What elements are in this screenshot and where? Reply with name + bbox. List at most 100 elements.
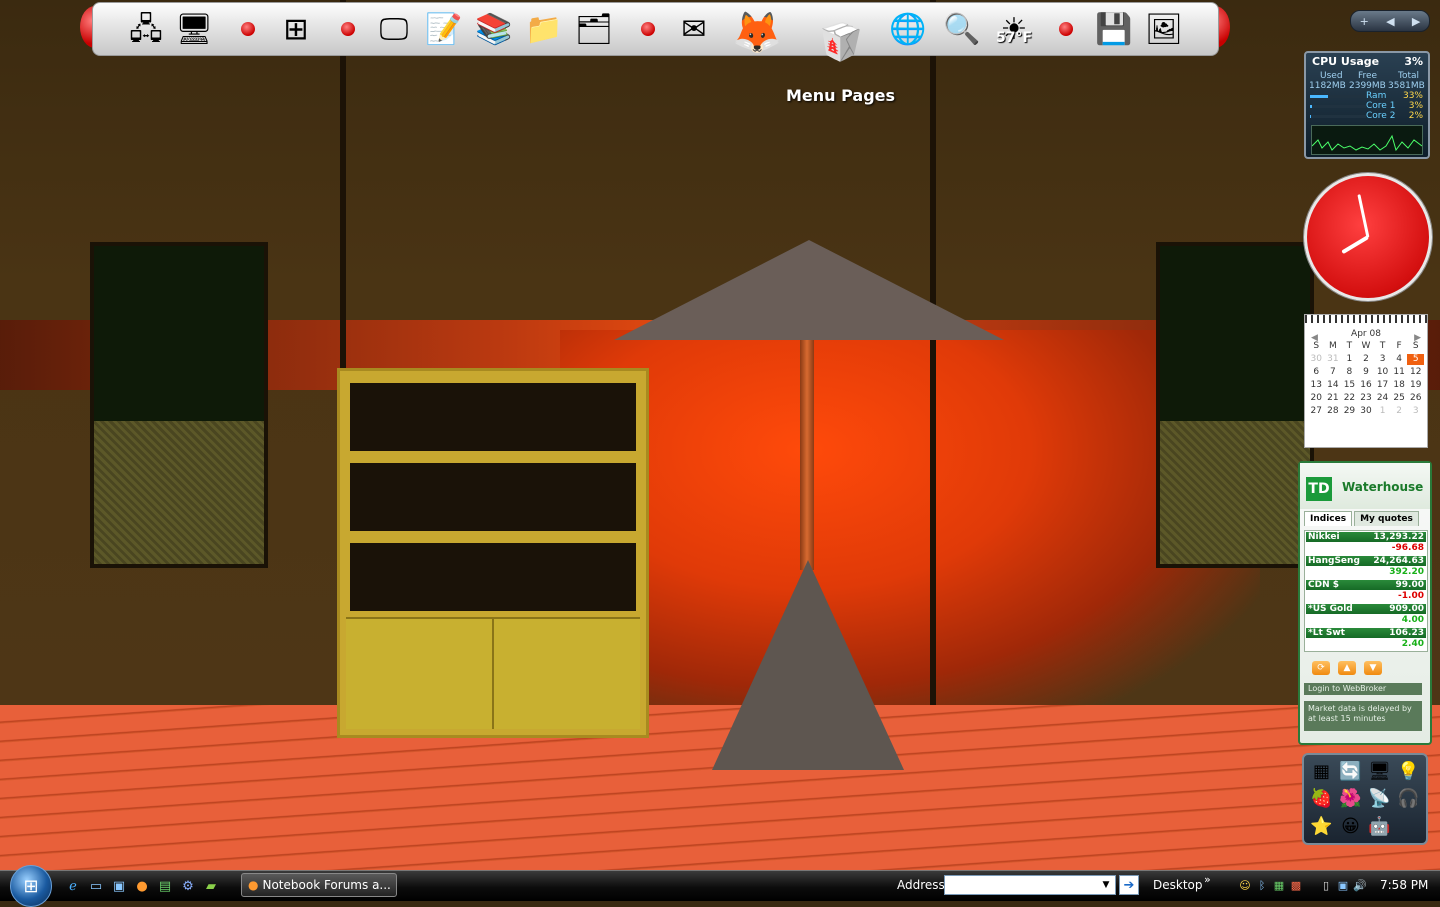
app-icon-audio[interactable]: 🎧 bbox=[1394, 785, 1423, 812]
quote-row[interactable]: HangSeng 24,264.63 392.20 bbox=[1305, 555, 1427, 579]
notepad-icon[interactable]: 📝 bbox=[421, 7, 467, 53]
thunderbird-icon[interactable]: ✉ bbox=[671, 7, 717, 53]
next-page-button[interactable]: ▶ bbox=[1412, 15, 1420, 28]
calendar-day[interactable]: 3 bbox=[1374, 354, 1391, 365]
files-icon[interactable]: 🗂 bbox=[571, 7, 617, 53]
add-gadget-button[interactable]: + bbox=[1360, 15, 1369, 28]
quote-row[interactable]: Nikkei 13,293.22 -96.68 bbox=[1305, 531, 1427, 555]
calendar-prev-button[interactable]: ◀ bbox=[1311, 333, 1318, 343]
calendar-day[interactable]: 1 bbox=[1341, 354, 1358, 365]
taskbar-button-notebook-forums[interactable]: ● Notebook Forums a... bbox=[241, 873, 397, 897]
menu-pages-icon[interactable]: 🥡 bbox=[811, 13, 871, 73]
address-dropdown-icon[interactable]: ▼ bbox=[1098, 876, 1114, 894]
app-icon-smiley[interactable]: 😀 bbox=[1336, 813, 1365, 840]
calendar-day[interactable]: 8 bbox=[1341, 367, 1358, 378]
app-icon-flower[interactable]: 🌺 bbox=[1336, 785, 1365, 812]
calendar-day[interactable]: 1 bbox=[1374, 406, 1391, 417]
quote-row[interactable]: *US Gold 909.00 4.00 bbox=[1305, 603, 1427, 627]
calendar-day[interactable]: 15 bbox=[1341, 380, 1358, 391]
calendar-day[interactable]: 14 bbox=[1325, 380, 1342, 391]
calendar-gadget[interactable]: ◀ Apr 08 ▶ S M T W T F S 30 31 1 2 3 4 5 6 7 8 9 10 11 12 13 1… bbox=[1304, 314, 1428, 448]
network-icon[interactable]: 🖧 bbox=[123, 7, 169, 53]
firefox-quicklaunch-icon[interactable]: ● bbox=[133, 877, 151, 895]
start-button[interactable]: ⊞ bbox=[10, 865, 52, 907]
clock-gadget[interactable] bbox=[1304, 173, 1432, 301]
monitor-icon[interactable]: 🖵 bbox=[371, 7, 417, 53]
td-waterhouse-gadget[interactable]: TD Waterhouse Indices My quotes Nikkei 13… bbox=[1298, 461, 1432, 745]
calendar-day[interactable]: 22 bbox=[1341, 393, 1358, 404]
app-icon-strawberry[interactable]: 🍓 bbox=[1307, 785, 1336, 812]
calendar-day[interactable]: 2 bbox=[1358, 354, 1375, 365]
address-go-button[interactable]: ➔ bbox=[1119, 875, 1139, 895]
calendar-day[interactable]: 27 bbox=[1308, 406, 1325, 417]
calendar-day[interactable]: 23 bbox=[1358, 393, 1375, 404]
tray-monitor-icon[interactable]: ▣ bbox=[1335, 877, 1351, 893]
scroll-up-icon[interactable]: ▲ bbox=[1338, 661, 1356, 675]
computer-icon[interactable]: 🖥 bbox=[171, 7, 217, 53]
calendar-day[interactable]: 17 bbox=[1374, 380, 1391, 391]
toolbar-chevron[interactable]: » bbox=[1204, 873, 1211, 886]
tray-bluetooth-icon[interactable]: ᛒ bbox=[1254, 877, 1270, 893]
switch-windows-icon[interactable]: ▣ bbox=[110, 877, 128, 895]
desktop[interactable] bbox=[0, 0, 1440, 870]
calendar-next-button[interactable]: ▶ bbox=[1414, 333, 1421, 343]
tray-network-icon[interactable]: ▦ bbox=[1271, 877, 1287, 893]
wikipedia-icon[interactable]: 🌐 bbox=[885, 7, 931, 53]
app-icon-lightbulb[interactable]: 💡 bbox=[1394, 758, 1423, 785]
calendar-day[interactable]: 10 bbox=[1374, 367, 1391, 378]
calendar-day[interactable]: 21 bbox=[1325, 393, 1342, 404]
tray-volume-icon[interactable]: 🔊 bbox=[1352, 877, 1368, 893]
calendar-day[interactable]: 31 bbox=[1325, 354, 1342, 365]
calendar-day[interactable]: 26 bbox=[1407, 393, 1424, 404]
tools-quicklaunch-icon[interactable]: ▰ bbox=[202, 877, 220, 895]
calendar-day[interactable]: 30 bbox=[1358, 406, 1375, 417]
internet-explorer-icon[interactable]: ℯ bbox=[64, 877, 82, 895]
firefox-icon[interactable]: 🦊 bbox=[727, 3, 787, 63]
desktop-toolbar-label[interactable]: Desktop bbox=[1153, 878, 1203, 892]
show-desktop-icon[interactable]: ▭ bbox=[87, 877, 105, 895]
quote-row[interactable]: *Lt Swt 106.23 2.40 bbox=[1305, 627, 1427, 651]
calendar-day[interactable]: 30 bbox=[1308, 354, 1325, 365]
calendar-day[interactable]: 25 bbox=[1391, 393, 1408, 404]
calendar-day[interactable]: 28 bbox=[1325, 406, 1342, 417]
calendar-day[interactable]: 9 bbox=[1358, 367, 1375, 378]
tab-my-quotes[interactable]: My quotes bbox=[1354, 511, 1419, 526]
app-icon-monitor[interactable]: 🖥 bbox=[1365, 758, 1394, 785]
tray-security-icon[interactable]: ▩ bbox=[1288, 877, 1304, 893]
app-icon-antenna[interactable]: 📡 bbox=[1365, 785, 1394, 812]
tray-battery-icon[interactable]: ▯ bbox=[1318, 877, 1334, 893]
calendar-day[interactable]: 18 bbox=[1391, 380, 1408, 391]
app-icon-colors[interactable]: ▦ bbox=[1307, 758, 1336, 785]
calendar-day[interactable]: 7 bbox=[1325, 367, 1342, 378]
search-icon[interactable]: 🔍 bbox=[939, 7, 985, 53]
prev-page-button[interactable]: ◀ bbox=[1386, 15, 1394, 28]
tab-indices[interactable]: Indices bbox=[1304, 511, 1353, 526]
calendar-day[interactable]: 2 bbox=[1391, 406, 1408, 417]
cpu-usage-gadget[interactable]: CPU Usage 3% Used Free Total 1182MB 2399… bbox=[1304, 51, 1430, 159]
drive-icon[interactable]: 💾 bbox=[1091, 7, 1137, 53]
refresh-icon[interactable]: ⟳ bbox=[1312, 661, 1330, 675]
app-icon-robot[interactable]: 🤖 bbox=[1365, 813, 1394, 840]
calendar-day[interactable]: 16 bbox=[1358, 380, 1375, 391]
windows-icon[interactable]: ⊞ bbox=[273, 7, 319, 53]
calendar-day[interactable]: 11 bbox=[1391, 367, 1408, 378]
scroll-down-icon[interactable]: ▼ bbox=[1364, 661, 1382, 675]
calendar-day[interactable]: 24 bbox=[1374, 393, 1391, 404]
calendar-day[interactable]: 4 bbox=[1391, 354, 1408, 365]
taskbar-clock[interactable]: 7:58 PM bbox=[1380, 878, 1428, 892]
explorer-quicklaunch-icon[interactable]: ▤ bbox=[156, 877, 174, 895]
address-input[interactable] bbox=[944, 875, 1116, 895]
tray-smiley-icon[interactable]: ☺ bbox=[1237, 877, 1253, 893]
calendar-day[interactable]: 29 bbox=[1341, 406, 1358, 417]
calendar-day[interactable]: 3 bbox=[1407, 406, 1424, 417]
calendar-day[interactable]: 5 bbox=[1407, 354, 1424, 365]
calendar-day[interactable]: 20 bbox=[1308, 393, 1325, 404]
folder-favorites-icon[interactable]: 📁 bbox=[521, 7, 567, 53]
documents-icon[interactable]: 📚 bbox=[471, 7, 517, 53]
calendar-day[interactable]: 12 bbox=[1407, 367, 1424, 378]
display-icon[interactable]: 🖼 bbox=[1141, 7, 1187, 53]
calendar-day[interactable]: 19 bbox=[1407, 380, 1424, 391]
calendar-day[interactable]: 6 bbox=[1308, 367, 1325, 378]
calendar-day[interactable]: 13 bbox=[1308, 380, 1325, 391]
webbroker-login-link[interactable]: Login to WebBroker bbox=[1304, 683, 1422, 695]
